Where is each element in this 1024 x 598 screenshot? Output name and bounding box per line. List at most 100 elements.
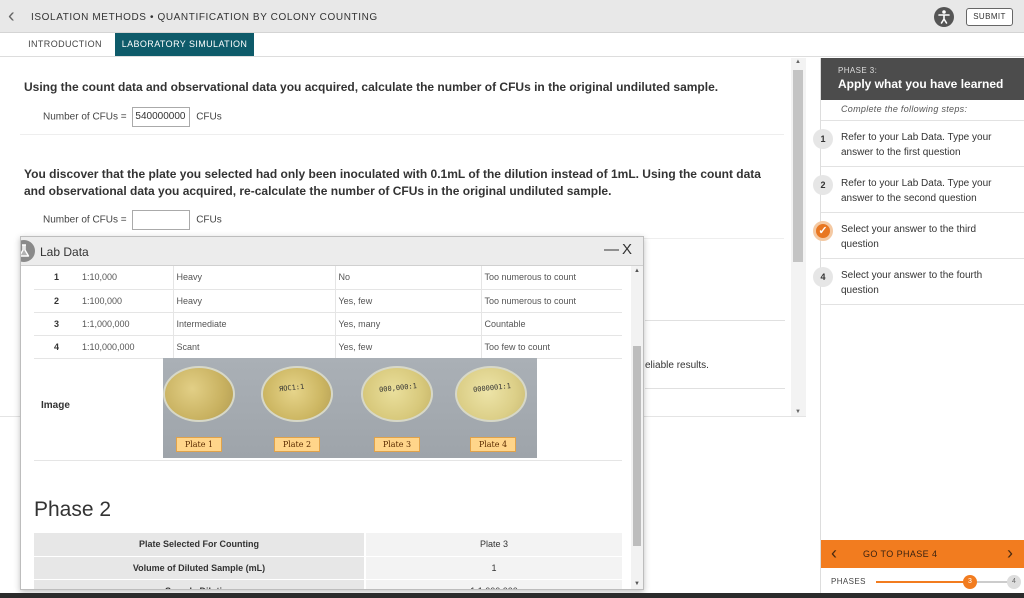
answer-1-prefix: Number of CFUs = — [43, 111, 127, 123]
phase-dot-current[interactable]: 3 — [963, 575, 977, 589]
plate-marking: 0000001:1 — [472, 382, 512, 394]
accessibility-icon[interactable] — [934, 7, 954, 27]
lab-data-header[interactable]: Lab Data — X — [21, 237, 643, 266]
plate-tag-1: Plate 1 — [176, 437, 222, 452]
step-number-badge: 2 — [813, 175, 833, 195]
main-scrollbar[interactable]: ▲ ▼ — [791, 58, 806, 416]
image-label: Image — [41, 400, 70, 411]
table-row: Sample Dilution 1:1,000,000 — [34, 579, 622, 589]
go-to-phase-bar[interactable]: ‹ GO TO PHASE 4 › — [821, 540, 1024, 568]
count-cell: Too numerous to count — [481, 289, 622, 313]
phase-2-key: Sample Dilution — [34, 579, 366, 589]
separation-cell: No — [335, 266, 482, 290]
step-item[interactable]: 1 Refer to your Lab Data. Type your answ… — [813, 121, 1024, 167]
step-text: Select your answer to the fourth questio… — [841, 270, 983, 296]
petri-dish-3: 000,000:1 — [361, 366, 433, 422]
taskbar — [0, 593, 1024, 598]
table-row: 3 1:1,000,000 Intermediate Yes, many Cou… — [34, 312, 622, 336]
scroll-down-arrow-icon[interactable]: ▼ — [634, 581, 640, 587]
plate-number: 3 — [34, 312, 79, 336]
plates-photo: ЯОС1:1 000,000:1 0000001:1 Plate 1 Plate… — [163, 358, 537, 458]
plate-marking: 000,000:1 — [378, 382, 418, 394]
phase-2-value: Plate 3 — [365, 533, 622, 557]
divider — [20, 134, 784, 135]
growth-cell: Heavy — [173, 266, 336, 290]
step-number-badge: 4 — [813, 267, 833, 287]
petri-dish-4: 0000001:1 — [455, 366, 527, 422]
step-text: Refer to your Lab Data. Type your answer… — [841, 132, 992, 158]
step-item[interactable]: ✓ Select your answer to the third questi… — [813, 213, 1024, 259]
back-chevron-icon[interactable]: ‹ — [8, 6, 24, 26]
go-to-phase-button[interactable]: GO TO PHASE 4 — [863, 549, 937, 559]
petri-dish-2: ЯОС1:1 — [261, 366, 333, 422]
lab-data-title: Lab Data — [40, 245, 89, 259]
close-icon[interactable]: X — [622, 241, 632, 258]
count-cell: Too few to count — [481, 335, 622, 359]
question-1: Using the count data and observational d… — [24, 80, 719, 94]
phase-header: PHASE 3: Apply what you have learned — [821, 58, 1024, 100]
answer-2-prefix: Number of CFUs = — [43, 214, 127, 226]
next-chevron-icon[interactable]: › — [1007, 543, 1013, 563]
step-item[interactable]: 2 Refer to your Lab Data. Type your answ… — [813, 167, 1024, 213]
phase-instructions: Complete the following steps: — [841, 104, 968, 114]
lab-data-scrollbar[interactable]: ▲ ▼ — [631, 266, 643, 589]
growth-cell: Intermediate — [173, 312, 336, 336]
separation-cell: Yes, many — [335, 312, 482, 336]
checkmark-icon: ✓ — [813, 221, 833, 241]
growth-cell: Heavy — [173, 289, 336, 313]
table-row: 1 1:10,000 Heavy No Too numerous to coun… — [34, 266, 622, 290]
plate-number: 2 — [34, 289, 79, 313]
tab-introduction[interactable]: INTRODUCTION — [22, 33, 108, 56]
phase-2-heading: Phase 2 — [34, 498, 112, 521]
answer-2-suffix: CFUs — [196, 214, 222, 226]
step-text: Select your answer to the third question — [841, 224, 977, 250]
minimize-icon[interactable]: — — [604, 241, 619, 258]
cfu-input-1[interactable]: 540000000 — [132, 107, 191, 127]
phase-2-key: Plate Selected For Counting — [34, 533, 366, 557]
plate-tag-3: Plate 3 — [374, 437, 420, 452]
flask-icon — [21, 240, 35, 262]
scroll-up-arrow-icon[interactable]: ▲ — [634, 268, 640, 274]
phase-dot-next[interactable]: 4 — [1007, 575, 1021, 589]
lab-data-body: 1 1:10,000 Heavy No Too numerous to coun… — [21, 266, 631, 589]
scroll-thumb[interactable] — [633, 346, 641, 546]
tab-bar: INTRODUCTION LABORATORY SIMULATION — [0, 33, 1024, 57]
lab-data-dialog: Lab Data — X 1 1:10,000 Heavy No Too num… — [20, 236, 644, 590]
question-2: You discover that the plate you selected… — [24, 167, 761, 198]
step-text: Refer to your Lab Data. Type your answer… — [841, 178, 992, 204]
phase-panel: PHASE 3: Apply what you have learned Com… — [813, 58, 1024, 598]
module-title: ISOLATION METHODS • QUANTIFICATION BY CO… — [31, 12, 378, 23]
answer-2-row: Number of CFUs = CFUs — [43, 210, 222, 230]
growth-cell: Scant — [173, 335, 336, 359]
scroll-down-arrow-icon[interactable]: ▼ — [795, 409, 801, 415]
phase-2-key: Volume of Diluted Sample (mL) — [34, 556, 366, 580]
divider — [645, 320, 785, 321]
top-header: ‹ ISOLATION METHODS • QUANTIFICATION BY … — [0, 0, 1024, 33]
phase-label: PHASE 3: — [838, 66, 878, 75]
phase-2-value: 1:1,000,000 — [365, 579, 622, 589]
plate-marking: ЯОС1:1 — [278, 382, 305, 394]
separation-cell: Yes, few — [335, 335, 482, 359]
progress-track-remaining — [971, 581, 1011, 583]
plate-number: 1 — [34, 266, 79, 290]
step-item[interactable]: 4 Select your answer to the fourth quest… — [813, 259, 1024, 305]
divider — [645, 388, 785, 389]
submit-button[interactable]: SUBMIT — [966, 8, 1013, 26]
plate-number: 4 — [34, 335, 79, 359]
table-row: 4 1:10,000,000 Scant Yes, few Too few to… — [34, 335, 622, 359]
cfu-input-2[interactable] — [132, 210, 191, 230]
plate-tag-2: Plate 2 — [274, 437, 320, 452]
scroll-up-arrow-icon[interactable]: ▲ — [795, 59, 801, 65]
table-row: 2 1:100,000 Heavy Yes, few Too numerous … — [34, 289, 622, 313]
observation-table: 1 1:10,000 Heavy No Too numerous to coun… — [34, 266, 622, 359]
table-row: Plate Selected For Counting Plate 3 — [34, 533, 622, 557]
previous-chevron-icon[interactable]: ‹ — [831, 543, 837, 563]
answer-1-row: Number of CFUs = 540000000 CFUs — [43, 107, 222, 127]
tab-laboratory-simulation[interactable]: LABORATORY SIMULATION — [115, 33, 254, 56]
dilution-cell: 1:100,000 — [79, 289, 174, 313]
scroll-thumb[interactable] — [793, 70, 803, 262]
count-cell: Too numerous to count — [481, 266, 622, 290]
app-window: { "header": { "title": "ISOLATION METHOD… — [0, 0, 1024, 598]
plate-tag-4: Plate 4 — [470, 437, 516, 452]
phases-label: PHASES — [831, 577, 866, 586]
